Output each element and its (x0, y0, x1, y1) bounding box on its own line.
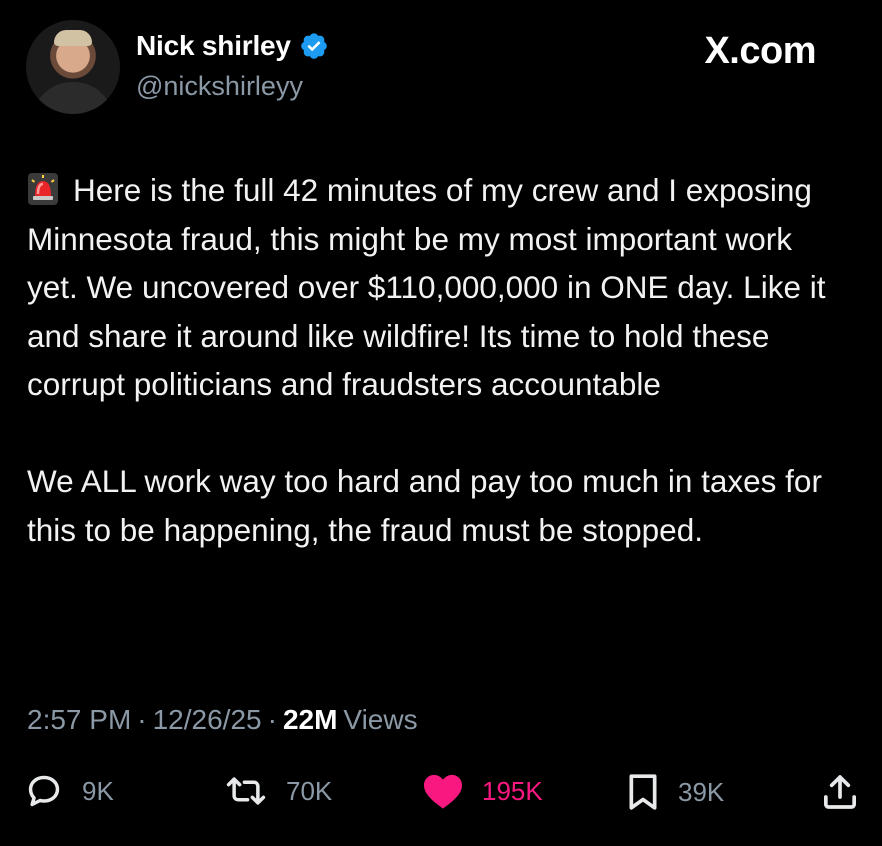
meta-separator: · (267, 704, 277, 735)
share-icon (824, 775, 856, 809)
repost-icon (226, 777, 266, 805)
like-button[interactable]: 195K (422, 772, 543, 810)
tweet-meta: 2:57 PM · 12/26/25 · 22M Views (27, 704, 418, 736)
share-button[interactable] (820, 772, 860, 812)
views-label: Views (343, 704, 418, 735)
avatar-hair (54, 30, 92, 46)
action-bar: 9K 70K 195K 39K (0, 768, 882, 818)
author-handle[interactable]: @nickshirleyy (136, 71, 303, 102)
tweet-text: Here is the full 42 minutes of my crew a… (27, 166, 847, 554)
tweet-card: Nick shirley @nickshirleyy X.com Here is… (0, 0, 882, 846)
reply-count: 9K (82, 775, 114, 806)
tweet-date[interactable]: 12/26/25 (153, 704, 262, 736)
author-avatar[interactable] (26, 20, 120, 114)
author-display-name[interactable]: Nick shirley (136, 30, 291, 62)
heart-icon (424, 774, 462, 809)
bookmark-count: 39K (678, 776, 725, 807)
like-count: 195K (482, 775, 543, 806)
avatar-shirt (32, 82, 114, 114)
police-siren-icon (27, 171, 59, 205)
reply-icon (28, 775, 60, 807)
meta-separator: · (137, 704, 147, 735)
tweet-paragraph-1: Here is the full 42 minutes of my crew a… (27, 166, 847, 409)
author-name-row: Nick shirley (136, 30, 329, 62)
reply-button[interactable]: 9K (24, 772, 114, 810)
repost-button[interactable]: 70K (224, 772, 332, 810)
tweet-time[interactable]: 2:57 PM (27, 704, 131, 736)
bookmark-button[interactable]: 39K (626, 772, 724, 812)
repost-count: 70K (286, 775, 333, 806)
tweet-paragraph-2: We ALL work way too hard and pay too muc… (27, 463, 822, 548)
tweet-paragraph-1-text: Here is the full 42 minutes of my crew a… (27, 172, 826, 402)
site-logo: X.com (704, 30, 816, 72)
bookmark-icon (629, 774, 657, 810)
verified-badge-icon (301, 33, 327, 59)
views-count: 22M (282, 704, 338, 735)
